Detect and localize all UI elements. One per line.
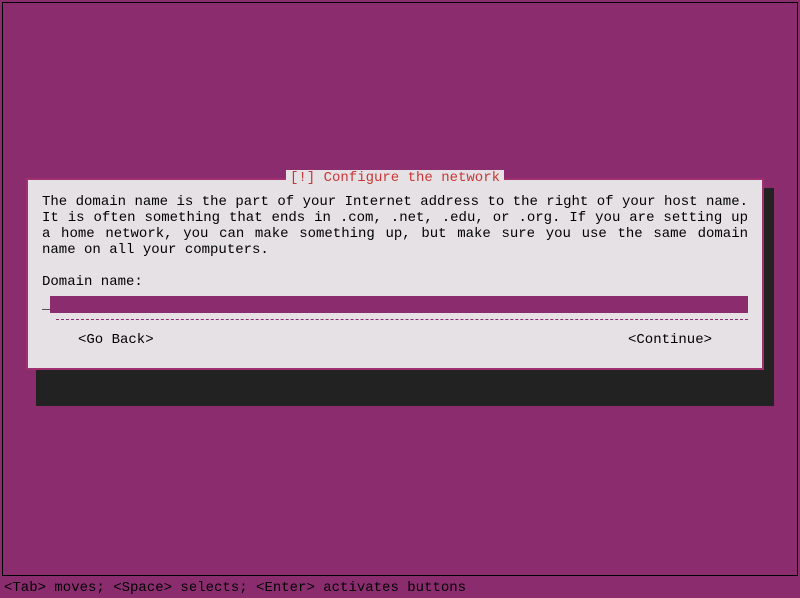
domain-name-label: Domain name:: [42, 274, 748, 290]
input-cursor: _: [42, 297, 50, 313]
footer-help-text: <Tab> moves; <Space> selects; <Enter> ac…: [4, 580, 466, 596]
continue-button[interactable]: <Continue>: [628, 332, 712, 348]
input-underline: [56, 319, 748, 320]
dialog-body: The domain name is the part of your Inte…: [28, 180, 762, 368]
domain-name-input[interactable]: [50, 296, 748, 313]
input-row: _: [42, 296, 748, 313]
button-row: <Go Back> <Continue>: [42, 332, 748, 356]
description-text: The domain name is the part of your Inte…: [42, 194, 748, 258]
configure-network-dialog: [!] Configure the network The domain nam…: [26, 178, 764, 370]
dialog-title: [!] Configure the network: [286, 170, 504, 186]
go-back-button[interactable]: <Go Back>: [78, 332, 154, 348]
